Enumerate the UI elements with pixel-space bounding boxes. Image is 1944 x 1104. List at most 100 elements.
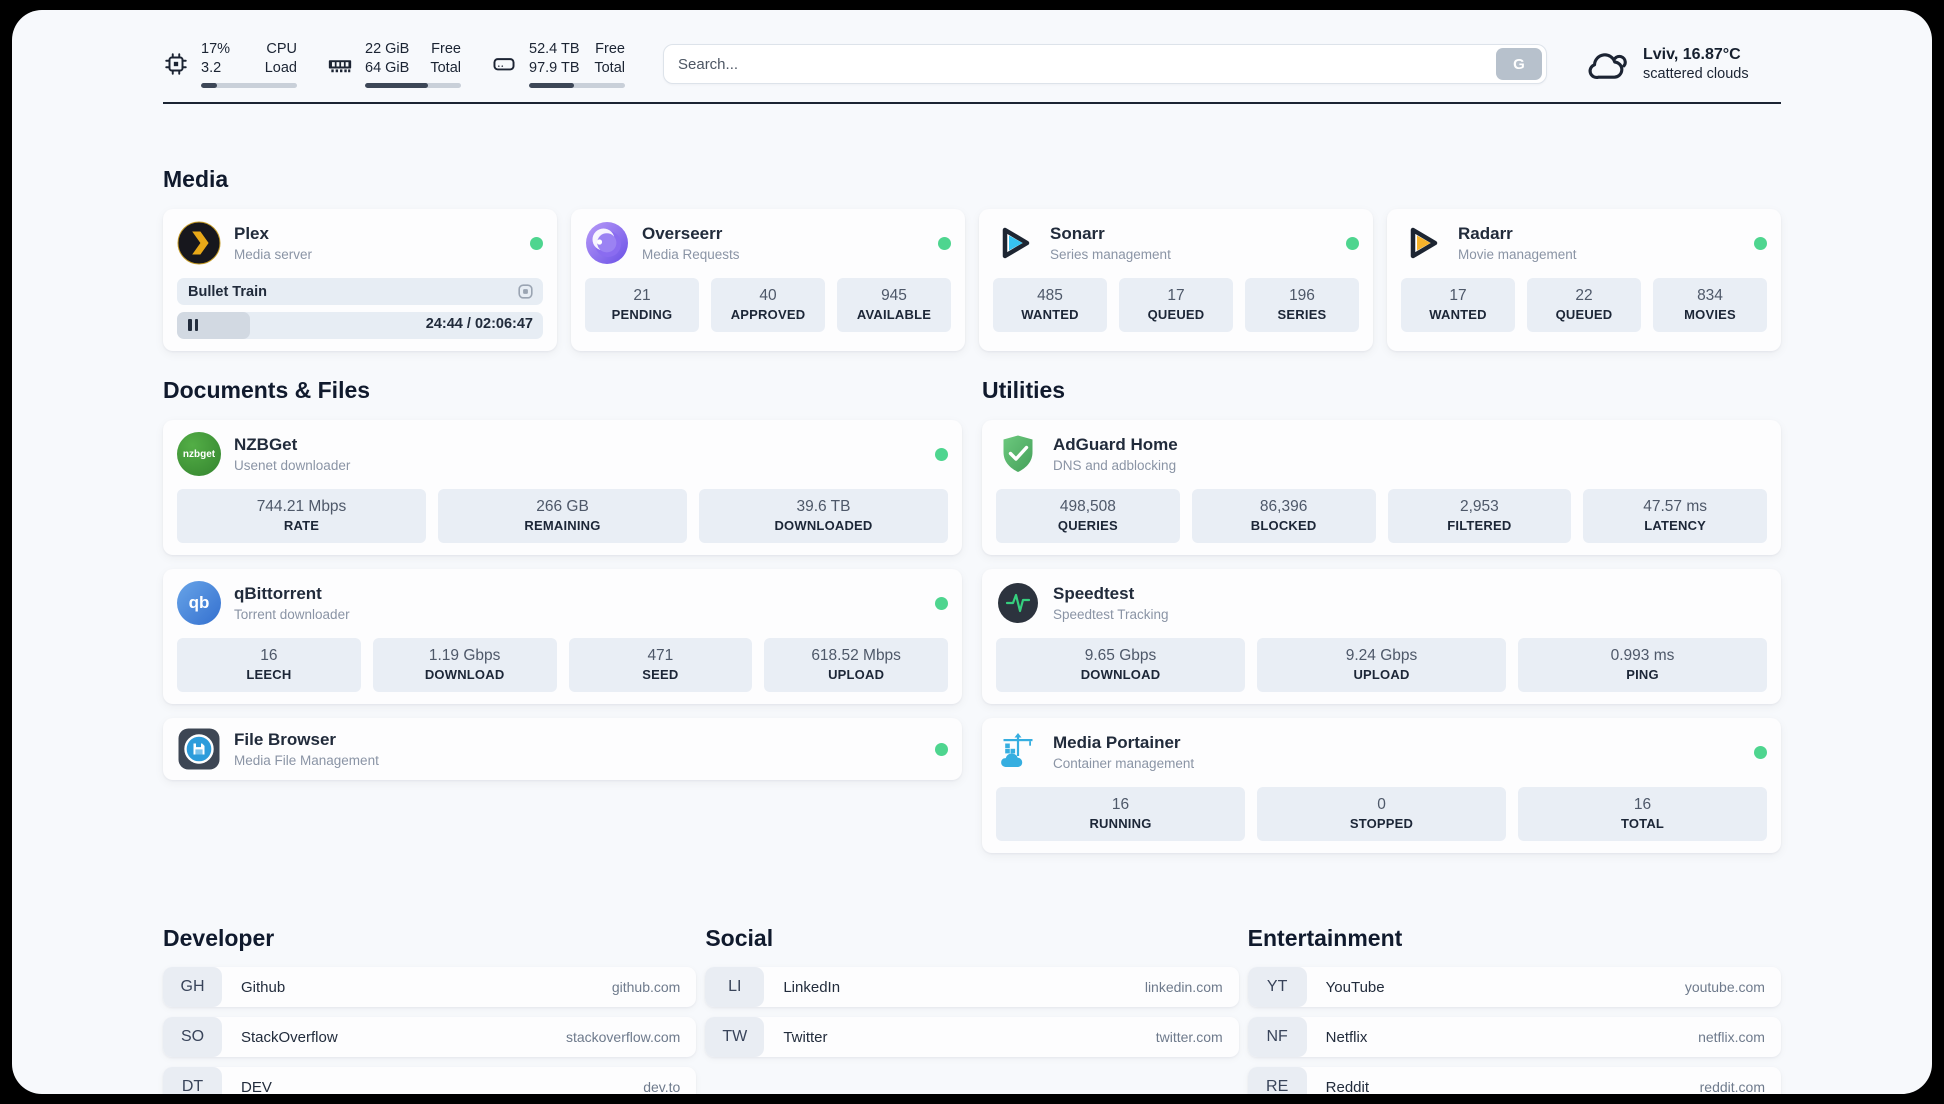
app-card-plex[interactable]: Plex Media server Bullet Train 24:44 / 0 xyxy=(163,209,557,351)
stat-box: 485 WANTED xyxy=(993,278,1107,332)
stat-box: 17 QUEUED xyxy=(1119,278,1233,332)
app-desc: Media File Management xyxy=(234,752,379,768)
stat-box: 945 AVAILABLE xyxy=(837,278,951,332)
section-entertainment: Entertainment YT YouTube youtube.com NF … xyxy=(1247,925,1781,1094)
app-desc: Media server xyxy=(234,246,313,262)
stat-box: 0.993 ms PING xyxy=(1518,638,1767,692)
app-card-radarr[interactable]: Radarr Movie management 17 WANTED 22 QUE… xyxy=(1387,209,1781,351)
app-card-adguard[interactable]: AdGuard Home DNS and adblocking 498,508 … xyxy=(982,420,1781,555)
now-playing-title: Bullet Train xyxy=(188,283,267,300)
ram-progress-bar xyxy=(365,83,461,88)
app-card-qbittorrent[interactable]: qb qBittorrent Torrent downloader 16 LEE… xyxy=(163,569,962,704)
stackoverflow-badge: SO xyxy=(163,1017,222,1057)
app-name: Media Portainer xyxy=(1053,732,1181,752)
link-linkedin[interactable]: LI LinkedIn linkedin.com xyxy=(705,967,1239,1007)
search-engine-button[interactable]: G xyxy=(1496,48,1542,80)
link-youtube[interactable]: YT YouTube youtube.com xyxy=(1247,967,1781,1007)
playback-progress-bar[interactable]: 24:44 / 02:06:47 xyxy=(177,312,543,339)
utilities-section-title: Utilities xyxy=(982,377,1066,403)
link-twitter[interactable]: TW Twitter twitter.com xyxy=(705,1017,1239,1057)
section-documents: Documents & Files nzbget NZBGet Usenet d… xyxy=(163,377,962,794)
app-name: File Browser xyxy=(234,729,337,749)
app-card-sonarr[interactable]: Sonarr Series management 485 WANTED 17 Q… xyxy=(979,209,1373,351)
disk-total-label: Total xyxy=(594,60,625,76)
app-name: Plex xyxy=(234,223,269,243)
app-name: AdGuard Home xyxy=(1053,434,1178,454)
section-utilities: Utilities AdGuard Home DNS and adblockin… xyxy=(982,377,1781,867)
disk-icon xyxy=(493,58,515,71)
stat-box: 2,953 FILTERED xyxy=(1387,489,1572,543)
now-playing-bar: Bullet Train xyxy=(177,278,543,305)
ram-free-label: Free xyxy=(431,41,461,57)
link-github[interactable]: GH Github github.com xyxy=(163,967,697,1007)
link-stackoverflow[interactable]: SO StackOverflow stackoverflow.com xyxy=(163,1017,697,1057)
app-name: Overseerr xyxy=(642,223,723,243)
stat-box: 618.52 Mbps UPLOAD xyxy=(764,638,948,692)
stat-box: 16 RUNNING xyxy=(996,787,1245,841)
stat-box: 40 APPROVED xyxy=(711,278,825,332)
speedtest-icon xyxy=(998,583,1038,623)
app-desc: Speedtest Tracking xyxy=(1053,606,1169,622)
app-name: Speedtest xyxy=(1053,583,1135,603)
stat-box: 9.24 Gbps UPLOAD xyxy=(1257,638,1506,692)
cpu-percent: 17% xyxy=(201,41,231,57)
filebrowser-icon xyxy=(178,728,220,770)
section-social: Social LI LinkedIn linkedin.com TW Twitt… xyxy=(705,925,1239,1094)
app-name: qBittorrent xyxy=(234,583,322,603)
cpu-icon xyxy=(165,53,187,75)
search-bar: G xyxy=(663,44,1547,84)
search-input[interactable] xyxy=(678,55,1496,73)
cloud-icon xyxy=(1588,53,1627,80)
status-badge xyxy=(1754,236,1767,250)
link-netflix[interactable]: NF Netflix netflix.com xyxy=(1247,1017,1781,1057)
app-card-portainer[interactable]: Media Portainer Container management 16 … xyxy=(982,718,1781,853)
radarr-icon xyxy=(1410,227,1438,259)
app-card-overseerr[interactable]: Overseerr Media Requests 21 PENDING 40 A… xyxy=(571,209,965,351)
stat-box: 16 LEECH xyxy=(177,638,361,692)
status-badge xyxy=(938,236,951,250)
plex-icon xyxy=(177,221,221,265)
adguard-icon xyxy=(1003,435,1033,472)
disk-stat-widget: 52.4 TB 97.9 TB Free Total xyxy=(491,40,625,88)
cpu-load-label: Load xyxy=(264,60,297,76)
dev-badge: DT xyxy=(163,1067,222,1094)
stat-box: 471 SEED xyxy=(568,638,753,692)
pause-icon[interactable] xyxy=(188,319,198,331)
developer-section-title: Developer xyxy=(163,925,275,951)
cpu-progress-bar xyxy=(201,83,297,88)
hardware-stats: 17% 3.2 CPU Load 22 GiB 64 GiB Free Tota… xyxy=(163,40,625,88)
overseerr-icon xyxy=(586,222,628,264)
disk-total-value: 97.9 TB xyxy=(529,60,580,76)
link-reddit[interactable]: RE Reddit reddit.com xyxy=(1247,1067,1781,1094)
app-desc: DNS and adblocking xyxy=(1053,457,1177,473)
cpu-stat-widget: 17% 3.2 CPU Load xyxy=(163,40,297,88)
cpu-load-value: 3.2 xyxy=(201,60,222,76)
app-name: NZBGet xyxy=(234,434,298,454)
weather-location-temp: Lviv, 16.87°C xyxy=(1643,45,1741,63)
ram-free-value: 22 GiB xyxy=(365,41,410,57)
weather-condition: scattered clouds xyxy=(1643,65,1749,82)
app-card-nzbget[interactable]: nzbget NZBGet Usenet downloader 744.21 M… xyxy=(163,420,962,555)
stop-icon[interactable] xyxy=(517,283,534,300)
ram-stat-widget: 22 GiB 64 GiB Free Total xyxy=(327,40,461,88)
app-desc: Container management xyxy=(1053,755,1195,771)
qbittorrent-icon: qb xyxy=(177,581,221,625)
app-card-filebrowser[interactable]: File Browser Media File Management xyxy=(163,718,962,780)
app-card-speedtest[interactable]: Speedtest Speedtest Tracking 9.65 Gbps D… xyxy=(982,569,1781,704)
app-desc: Media Requests xyxy=(642,246,740,262)
twitter-badge: TW xyxy=(705,1017,765,1057)
ram-total-label: Total xyxy=(430,60,461,76)
nzbget-icon: nzbget xyxy=(177,432,221,476)
link-dev[interactable]: DT DEV dev.to xyxy=(163,1067,697,1094)
stat-box: 17 WANTED xyxy=(1401,278,1515,332)
disk-progress-bar xyxy=(529,83,625,88)
disk-free-value: 52.4 TB xyxy=(529,41,580,57)
stat-box: 22 QUEUED xyxy=(1527,278,1641,332)
stat-box: 86,396 BLOCKED xyxy=(1191,489,1376,543)
linkedin-badge: LI xyxy=(705,967,765,1007)
documents-section-title: Documents & Files xyxy=(163,377,371,403)
stat-box: 266 GB REMAINING xyxy=(438,489,687,543)
youtube-badge: YT xyxy=(1247,967,1307,1007)
netflix-badge: NF xyxy=(1247,1017,1307,1057)
status-badge xyxy=(530,236,543,250)
